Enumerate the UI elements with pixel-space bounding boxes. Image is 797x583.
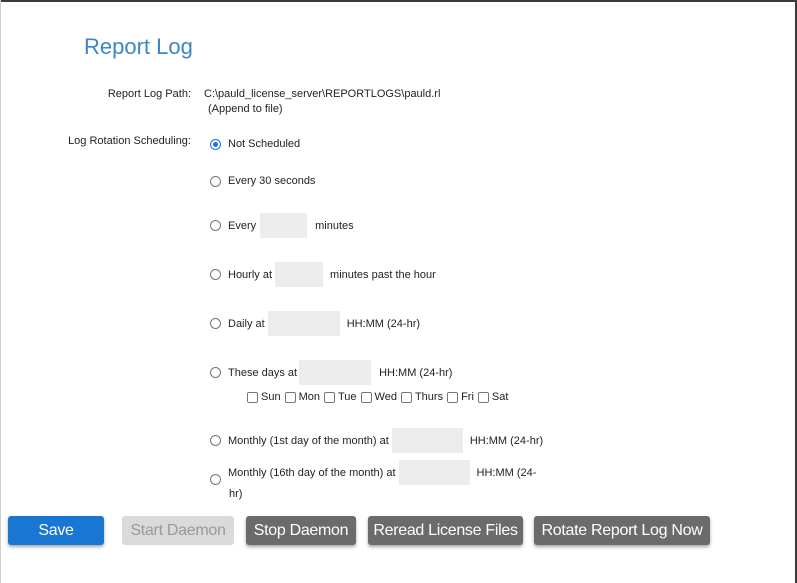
option-label: These days at bbox=[228, 366, 298, 379]
option-every-minutes[interactable]: Every minutes bbox=[210, 213, 354, 238]
these-days-time-input[interactable] bbox=[299, 360, 372, 385]
checkbox-thurs[interactable] bbox=[400, 391, 412, 403]
checkbox-wed[interactable] bbox=[360, 391, 372, 403]
option-label: Monthly (1st day of the month) at bbox=[228, 434, 389, 447]
radio-every-minutes[interactable] bbox=[210, 220, 221, 231]
day-label: Tue bbox=[337, 391, 357, 403]
report-log-path-value: C:\pauld_license_server\REPORTLOGS\pauld… bbox=[204, 88, 441, 100]
day-label: Fri bbox=[461, 391, 474, 403]
option-suffix: HH:MM (24- bbox=[476, 467, 537, 479]
reread-license-files-button[interactable]: Reread License Files bbox=[368, 516, 523, 545]
checkbox-mon[interactable] bbox=[284, 391, 296, 403]
checkbox-fri[interactable] bbox=[447, 391, 459, 403]
checkbox-sat[interactable] bbox=[477, 391, 489, 403]
radio-these-days[interactable] bbox=[210, 367, 221, 378]
radio-monthly-1st[interactable] bbox=[210, 435, 221, 446]
day-label: Wed bbox=[374, 391, 397, 403]
monthly-1st-time-input[interactable] bbox=[391, 428, 463, 453]
option-daily[interactable]: Daily at HH:MM (24-hr) bbox=[210, 311, 420, 336]
option-every-30-seconds[interactable]: Every 30 seconds bbox=[210, 175, 315, 187]
day-sun[interactable]: Sun bbox=[247, 391, 281, 403]
day-tue[interactable]: Tue bbox=[323, 391, 357, 403]
radio-hourly[interactable] bbox=[210, 269, 221, 280]
log-rotation-label: Log Rotation Scheduling: bbox=[68, 135, 191, 147]
rotate-report-log-now-button[interactable]: Rotate Report Log Now bbox=[534, 516, 710, 545]
option-suffix: HH:MM (24-hr) bbox=[346, 317, 421, 330]
option-label: Hourly at bbox=[228, 268, 273, 281]
monthly-16th-time-input[interactable] bbox=[398, 460, 470, 485]
window-top-border bbox=[0, 0, 797, 2]
day-label: Sun bbox=[261, 391, 281, 403]
day-label: Sat bbox=[491, 391, 509, 403]
report-log-path-note: (Append to file) bbox=[208, 103, 283, 115]
option-suffix: HH:MM (24-hr) bbox=[469, 434, 544, 447]
checkbox-tue[interactable] bbox=[323, 391, 335, 403]
option-label: Not Scheduled bbox=[228, 138, 301, 150]
option-not-scheduled[interactable]: Not Scheduled bbox=[210, 138, 300, 150]
stop-daemon-button[interactable]: Stop Daemon bbox=[246, 516, 356, 545]
option-suffix: minutes bbox=[315, 219, 354, 232]
option-these-days[interactable]: These days at HH:MM (24-hr) bbox=[210, 360, 452, 385]
day-mon[interactable]: Mon bbox=[284, 391, 320, 403]
option-label: Every bbox=[228, 219, 257, 232]
option-monthly-16th[interactable]: Monthly (16th day of the month) at HH:MM… bbox=[210, 460, 536, 485]
day-fri[interactable]: Fri bbox=[447, 391, 474, 403]
days-of-week: Sun Mon Tue Wed Thurs Fri Sat bbox=[247, 391, 512, 403]
option-label: Monthly (16th day of the month) at bbox=[228, 467, 396, 479]
radio-every-30-seconds[interactable] bbox=[210, 175, 221, 187]
start-daemon-button[interactable]: Start Daemon bbox=[122, 516, 234, 545]
monthly-16th-suffix-wrap: hr) bbox=[229, 488, 243, 500]
radio-not-scheduled[interactable] bbox=[210, 138, 221, 150]
option-monthly-1st[interactable]: Monthly (1st day of the month) at HH:MM … bbox=[210, 428, 543, 453]
checkbox-sun[interactable] bbox=[247, 391, 258, 403]
day-wed[interactable]: Wed bbox=[360, 391, 397, 403]
window-left-border bbox=[0, 0, 1, 583]
radio-daily[interactable] bbox=[210, 318, 221, 329]
day-sat[interactable]: Sat bbox=[477, 391, 509, 403]
hourly-input[interactable] bbox=[275, 262, 324, 287]
radio-monthly-16th[interactable] bbox=[210, 474, 221, 485]
option-hourly[interactable]: Hourly at minutes past the hour bbox=[210, 262, 436, 287]
day-label: Mon bbox=[298, 391, 320, 403]
daily-time-input[interactable] bbox=[267, 311, 340, 336]
every-minutes-input[interactable] bbox=[260, 213, 308, 238]
option-label: Every 30 seconds bbox=[228, 175, 316, 187]
save-button[interactable]: Save bbox=[8, 516, 104, 545]
page-title: Report Log bbox=[84, 34, 193, 59]
day-label: Thurs bbox=[414, 391, 444, 403]
option-label: Daily at bbox=[228, 317, 265, 330]
option-suffix: minutes past the hour bbox=[330, 268, 436, 281]
day-thurs[interactable]: Thurs bbox=[400, 391, 444, 403]
report-log-path-label: Report Log Path: bbox=[107, 88, 191, 100]
option-suffix: HH:MM (24-hr) bbox=[379, 366, 453, 379]
